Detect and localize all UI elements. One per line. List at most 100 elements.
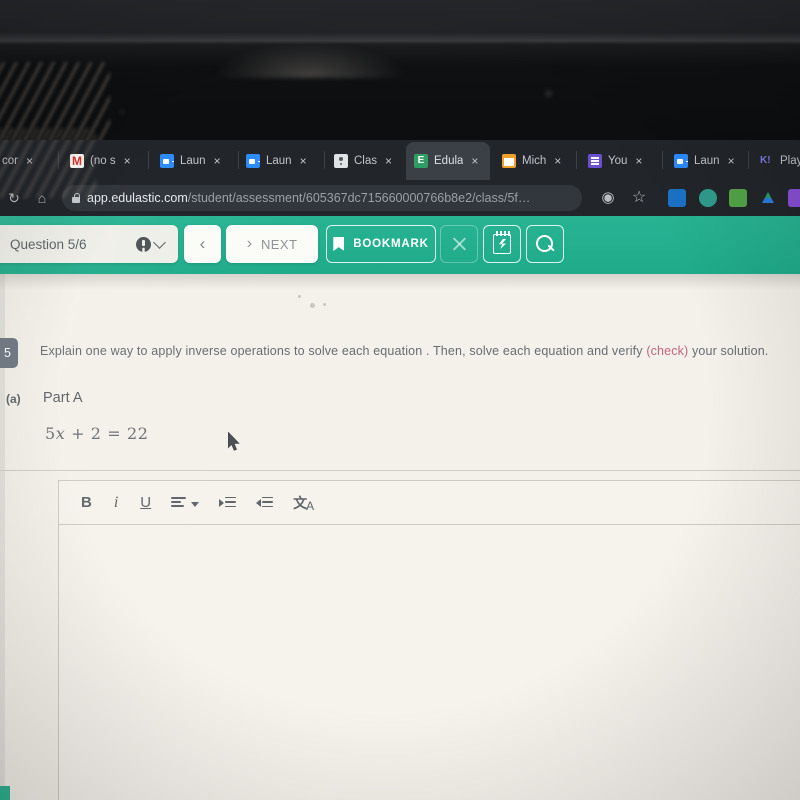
question-prompt: Explain one way to apply inverse operati…	[40, 342, 785, 360]
tab-separator	[58, 151, 59, 169]
equation-remainder: + 2 = 22	[65, 424, 149, 443]
youtube-list-icon	[588, 154, 602, 168]
browser-chrome: cor × (no s × Laun × Laun ×	[0, 140, 800, 216]
tab-separator	[576, 151, 577, 169]
star-bookmark-icon[interactable]: ☆	[629, 188, 649, 208]
browser-tab[interactable]: Laun ×	[238, 144, 322, 178]
tab-close-icon[interactable]: ×	[124, 154, 131, 168]
bezel-speck	[545, 90, 552, 97]
tab-close-icon[interactable]: ×	[300, 154, 307, 168]
browser-tab[interactable]: Laun ×	[152, 144, 236, 178]
gmail-icon	[70, 154, 84, 168]
scratchpad-notepad-icon	[493, 231, 511, 254]
browser-tab[interactable]: Clas ×	[326, 144, 406, 178]
prompt-part-2: your solution.	[688, 344, 769, 358]
screenshot-root: cor × (no s × Laun × Laun ×	[0, 0, 800, 800]
answer-textarea[interactable]	[59, 525, 800, 800]
tab-title: Laun	[180, 155, 206, 167]
question-number-badge: 5	[0, 338, 18, 368]
address-bar[interactable]: app.edulastic.com/student/assessment/605…	[62, 185, 582, 211]
lock-icon	[72, 193, 81, 203]
tab-title: Mich	[522, 155, 547, 167]
text-align-icon	[171, 497, 187, 508]
part-marker: (a)	[6, 392, 21, 406]
browser-tab-active[interactable]: Edula ×	[406, 142, 490, 180]
editor-toolbar: B i U 文 A	[59, 481, 800, 525]
browser-tab[interactable]: (no s ×	[62, 144, 144, 178]
browser-tab[interactable]: You ×	[580, 144, 660, 178]
tab-close-icon[interactable]: ×	[635, 154, 642, 168]
equation-variable: x	[55, 424, 66, 443]
tab-title: (no s	[90, 155, 116, 167]
tab-close-icon[interactable]: ×	[385, 154, 392, 168]
next-chevron-icon: ›	[246, 235, 253, 252]
bezel-speck	[120, 110, 124, 114]
tab-close-icon[interactable]: ×	[26, 154, 33, 168]
laptop-bezel	[0, 0, 800, 162]
browser-tab[interactable]: cor ×	[0, 144, 54, 178]
bold-button[interactable]: B	[81, 494, 92, 511]
tab-close-icon[interactable]: ×	[554, 154, 561, 168]
browser-tab[interactable]: Laun ×	[666, 144, 746, 178]
tab-separator	[148, 151, 149, 169]
tab-separator	[324, 151, 325, 169]
bookmark-button[interactable]: BOOKMARK	[326, 225, 436, 263]
next-question-button[interactable]: › NEXT	[226, 225, 318, 263]
google-drive-extension-icon[interactable]	[759, 189, 777, 207]
rich-text-answer-editor[interactable]: B i U 文 A	[58, 480, 800, 800]
tab-title: You	[608, 155, 628, 167]
scratchpad-button[interactable]	[483, 225, 521, 263]
edulastic-icon	[414, 154, 428, 168]
teal-compass-extension-icon[interactable]	[699, 189, 717, 207]
home-icon[interactable]: ⌂	[32, 188, 52, 208]
screen-speck	[310, 303, 315, 308]
question-counter-label: Question 5/6	[10, 236, 87, 252]
tab-separator	[748, 151, 749, 169]
reload-icon[interactable]: ↻	[4, 188, 24, 208]
tab-close-icon[interactable]: ×	[471, 154, 478, 168]
translate-button[interactable]: 文 A	[293, 494, 315, 513]
orange-doc-icon	[502, 154, 516, 168]
blue-book-extension-icon[interactable]	[668, 189, 686, 207]
underline-button[interactable]: U	[140, 494, 151, 511]
translate-latin-glyph: A	[306, 499, 315, 513]
text-align-dropdown[interactable]	[171, 497, 200, 508]
drive-triangle-icon	[762, 192, 774, 203]
equation-expression: 5x + 2 = 22	[45, 424, 149, 443]
bookmark-button-label: BOOKMARK	[353, 238, 429, 250]
tab-separator	[662, 151, 663, 169]
url-path: /student/assessment/605367dc715660000766…	[187, 191, 531, 205]
mouse-arrow-cursor	[228, 432, 241, 452]
tab-title: Laun	[266, 155, 292, 167]
question-selector[interactable]: Question 5/6	[0, 225, 178, 263]
magnify-button[interactable]	[526, 225, 564, 263]
indent-increase-icon	[219, 496, 237, 509]
indent-increase-button[interactable]	[219, 496, 237, 509]
green-contact-extension-icon[interactable]	[729, 189, 747, 207]
chevron-down-icon	[191, 502, 200, 507]
location-pin-icon[interactable]: ◉	[598, 188, 618, 208]
tab-title: Edula	[434, 155, 464, 167]
google-classroom-icon	[334, 154, 348, 168]
tab-close-icon[interactable]: ×	[728, 154, 735, 168]
close-button[interactable]	[440, 225, 478, 263]
tab-title: cor	[2, 155, 18, 167]
content-top-shadow	[0, 274, 800, 290]
tab-title: Play	[780, 155, 800, 167]
tab-close-icon[interactable]: ×	[214, 154, 221, 168]
close-x-icon	[451, 236, 468, 253]
indent-decrease-button[interactable]	[256, 496, 274, 509]
purple-extension-icon[interactable]	[788, 189, 800, 207]
browser-tabstrip: cor × (no s × Laun × Laun ×	[0, 140, 800, 180]
browser-tab[interactable]: Mich ×	[494, 144, 574, 178]
previous-chevron-icon: ‹	[199, 234, 206, 253]
browser-tab[interactable]: Play	[752, 144, 800, 178]
bezel-reflection-glow	[215, 44, 405, 78]
browser-omnibox-row: ↻ ⌂ app.edulastic.com/student/assessment…	[0, 180, 800, 216]
italic-button[interactable]: i	[112, 494, 120, 512]
tab-title: Laun	[694, 155, 720, 167]
translate-clear-format-icon: 文 A	[293, 494, 315, 513]
previous-question-button[interactable]: ‹	[184, 225, 221, 263]
info-circle-icon[interactable]	[136, 236, 151, 252]
chevron-down-icon[interactable]	[153, 235, 166, 249]
